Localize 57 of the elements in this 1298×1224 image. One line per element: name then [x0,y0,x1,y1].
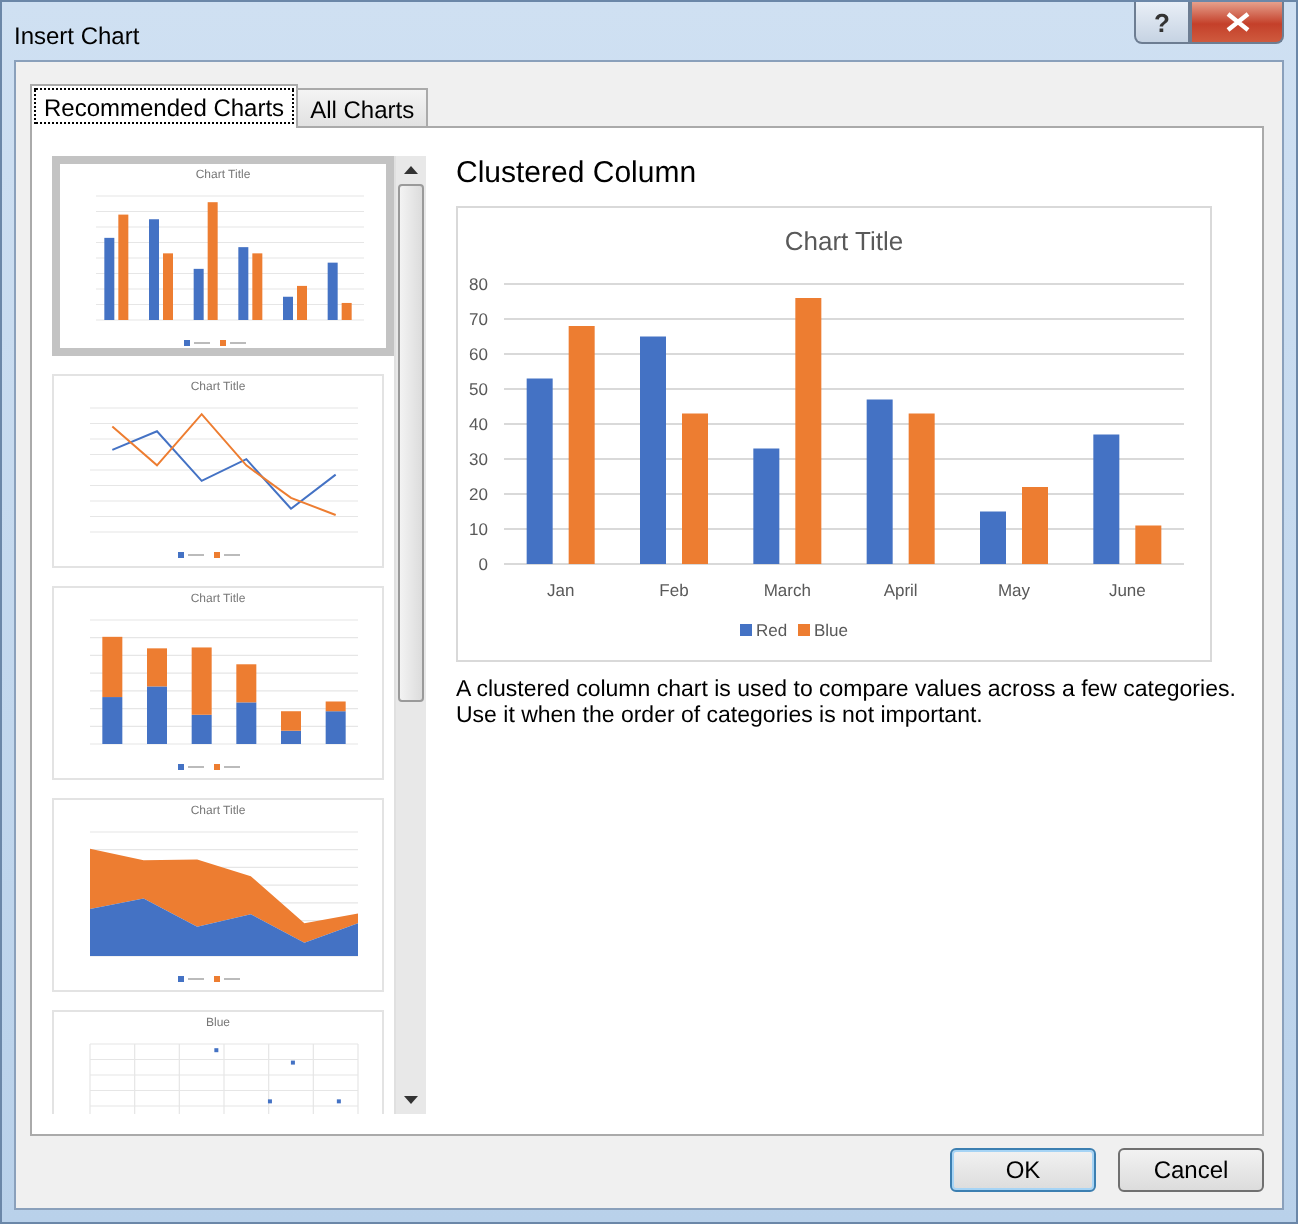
tab[interactable]: All Charts [296,88,429,126]
cancel-button[interactable]: Cancel [1118,1148,1264,1192]
tab[interactable]: Recommended Charts [30,84,299,128]
category-label: Jan [546,580,575,600]
mini-bar [102,697,123,744]
legend-label: Blue [814,620,849,640]
close-icon [1225,12,1249,32]
mini-legend-drawing [178,552,240,558]
category-label: June [1108,580,1146,600]
mini-legend-drawing [178,976,240,982]
tick-label: 50 [469,379,488,399]
mini-point [214,1048,219,1053]
mini-bar [236,702,257,744]
mini-bar [327,262,338,320]
mini-bar [297,285,307,320]
mini-bar [104,237,115,320]
category-label: March [763,580,811,600]
legend-label: Red [756,620,788,640]
mini-bar [341,302,352,320]
tick-label: 10 [469,519,488,539]
mini-bar [252,253,263,320]
legend-swatch [740,624,752,636]
mini-bar [283,296,293,320]
mini-bar [193,268,204,320]
mini-legend-drawing [178,764,240,770]
mini-bar [118,214,129,320]
mini-bar [238,247,249,320]
tick-label: 60 [469,344,488,364]
close-button[interactable] [1190,2,1284,44]
tick-label: 40 [469,414,488,434]
mini-legend-drawing [184,340,246,346]
window-title: Insert Chart [14,22,140,50]
chart-type-heading: Clustered Column [456,156,699,192]
mini-point [267,1099,272,1104]
tick-label: 0 [478,554,488,574]
mini-bar [102,636,123,698]
mini-bar [281,711,301,731]
category-label: May [997,580,1031,600]
legend-swatch [798,624,810,636]
mini-bar [207,202,218,320]
mini-bar [236,664,257,703]
scrollbar[interactable] [394,156,426,1114]
category-label: April [883,580,918,600]
ok-button[interactable]: OK [950,1148,1096,1192]
chart-title: Chart Title [784,226,904,256]
mini-bar [149,219,159,320]
tick-label: 80 [469,274,488,294]
tick-label: 20 [469,484,488,504]
mini-point [290,1060,295,1065]
mini-bar [163,253,173,320]
tick-label: 70 [469,309,488,329]
tick-label: 30 [469,449,488,469]
mini-point [336,1099,341,1104]
chart-description: A clustered column chart is used to compare values across a few categories. Use it when the order of categories is not important. [456,678,1238,730]
scroll-thumb[interactable] [398,184,424,702]
category-label: Feb [659,580,689,600]
help-button[interactable]: ? [1134,2,1190,44]
